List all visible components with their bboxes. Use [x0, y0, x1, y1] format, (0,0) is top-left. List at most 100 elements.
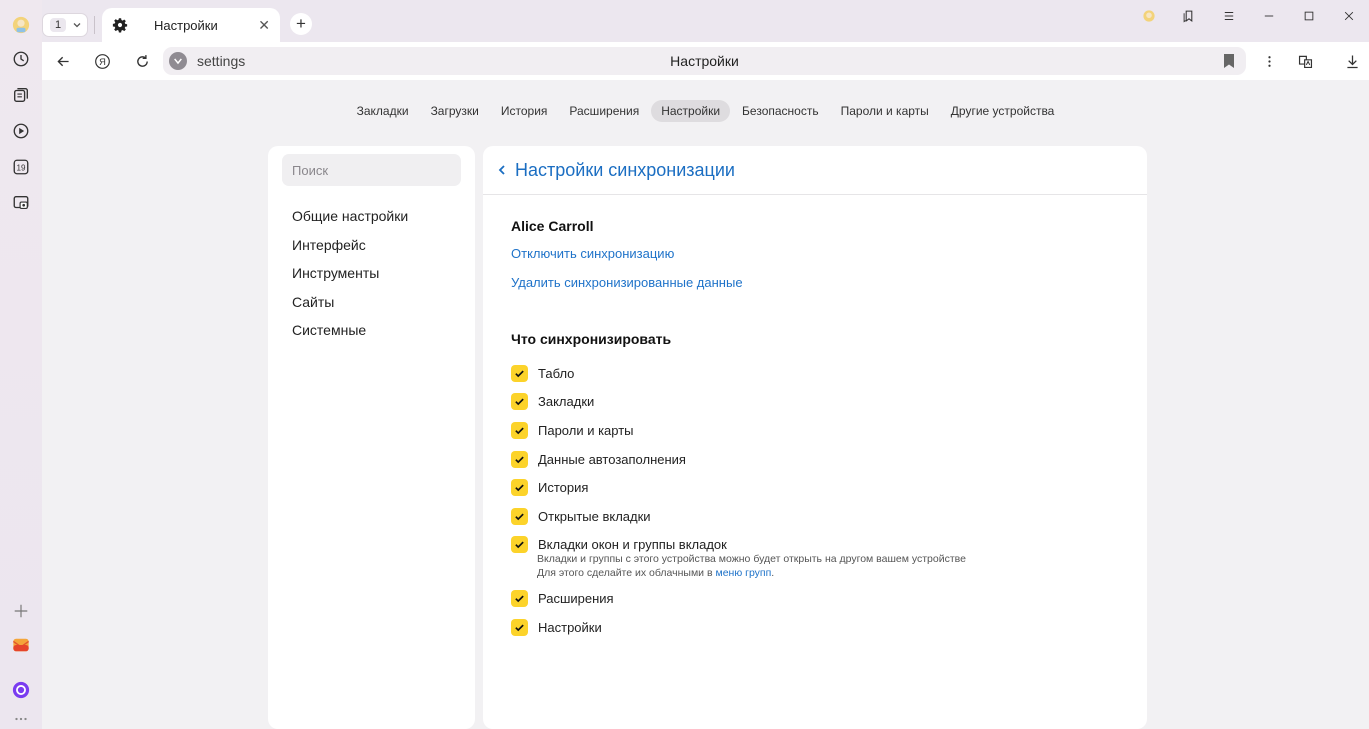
back-button[interactable]	[52, 50, 74, 72]
vertical-sidebar: 19	[0, 0, 42, 729]
disable-sync-link[interactable]: Отключить синхронизацию	[511, 246, 1127, 275]
kebab-icon	[1267, 55, 1271, 67]
video-icon[interactable]	[10, 120, 32, 142]
tab-count: 1	[50, 18, 67, 32]
hint-suffix: .	[771, 567, 775, 580]
alice-icon[interactable]	[10, 679, 32, 701]
tab-separator	[94, 16, 95, 34]
check-icon	[515, 624, 524, 631]
collections-icon[interactable]	[10, 84, 32, 106]
tab-settings[interactable]: Настройки ✕	[102, 8, 280, 42]
tab-close-button[interactable]: ✕	[258, 17, 270, 34]
yandex-logo-icon: Я	[94, 53, 110, 69]
tab-groups-hint: Вкладки и группы с этого устройства можн…	[537, 552, 1127, 580]
sidebar-item-sites[interactable]: Сайты	[292, 292, 408, 321]
option-autofill[interactable]: Данные автозаполнения	[511, 445, 1127, 474]
title-bar: 1 Настройки ✕ +	[42, 0, 1369, 42]
site-info-icon[interactable]	[169, 52, 187, 70]
option-settings[interactable]: Настройки	[511, 613, 1127, 642]
check-icon	[515, 456, 524, 463]
arrow-left-icon	[56, 56, 69, 66]
avatar-icon	[1143, 10, 1155, 22]
topnav-settings[interactable]: Настройки	[651, 100, 731, 122]
group-menu-link[interactable]: меню групп	[715, 567, 771, 579]
settings-menu: Общие настройки Интерфейс Инструменты Са…	[292, 206, 408, 349]
yandex-home-button[interactable]: Я	[91, 50, 113, 72]
checkbox[interactable]	[511, 450, 528, 468]
option-label: Данные автозаполнения	[538, 451, 686, 467]
close-icon	[1344, 11, 1354, 21]
option-label: Открытые вкладки	[538, 508, 651, 524]
topnav-downloads[interactable]: Загрузки	[421, 100, 489, 122]
option-label: Пароли и карты	[538, 422, 634, 438]
profile-avatar-button[interactable]	[1129, 0, 1169, 32]
window-controls	[1129, 0, 1369, 32]
search-input[interactable]	[282, 154, 461, 186]
panel-header[interactable]: Настройки синхронизации	[483, 146, 1147, 195]
hint-prefix: Для этого сделайте их облачными в	[537, 567, 716, 580]
checkbox[interactable]	[511, 618, 528, 636]
calendar-day: 19	[17, 164, 26, 173]
more-icon[interactable]	[10, 708, 32, 729]
sidebar-item-general[interactable]: Общие настройки	[292, 206, 408, 235]
address-bar[interactable]: settings Настройки	[163, 47, 1246, 75]
close-window-button[interactable]	[1329, 0, 1369, 32]
checkbox[interactable]	[511, 421, 528, 439]
gear-icon	[112, 18, 128, 33]
option-extensions[interactable]: Расширения	[511, 584, 1127, 613]
bookmarks-icon	[1183, 10, 1193, 23]
url-text[interactable]: settings	[197, 53, 245, 69]
avatar-icon[interactable]	[10, 14, 32, 36]
sync-body: Alice Carroll Отключить синхронизацию Уд…	[511, 218, 1127, 641]
bookmark-icon[interactable]	[1222, 53, 1236, 69]
option-bookmarks[interactable]: Закладки	[511, 388, 1127, 417]
translate-button[interactable]	[1294, 50, 1316, 72]
sidebar-item-interface[interactable]: Интерфейс	[292, 235, 408, 264]
checkbox[interactable]	[511, 507, 528, 525]
page-menu-button[interactable]	[1258, 50, 1280, 72]
topnav-extensions[interactable]: Расширения	[559, 100, 649, 122]
topnav-security[interactable]: Безопасность	[732, 100, 829, 122]
checkbox[interactable]	[511, 364, 528, 382]
option-passwords[interactable]: Пароли и карты	[511, 416, 1127, 445]
section-title: Что синхронизировать	[511, 331, 672, 347]
svg-text:Я: Я	[99, 56, 106, 66]
topnav-other-devices[interactable]: Другие устройства	[941, 100, 1065, 122]
add-icon[interactable]	[10, 600, 32, 622]
checkbox[interactable]	[511, 589, 528, 607]
mail-icon[interactable]	[10, 634, 32, 656]
chevron-down-icon	[73, 23, 81, 28]
option-tableau[interactable]: Табло	[511, 359, 1127, 388]
hint-line-2: Для этого сделайте их облачными в меню г…	[537, 566, 1127, 580]
omnibox-page-title: Настройки	[670, 53, 739, 69]
history-icon[interactable]	[10, 48, 32, 70]
checkbox[interactable]	[511, 536, 528, 554]
topnav-history[interactable]: История	[491, 100, 558, 122]
check-icon	[515, 370, 524, 378]
chevron-left-icon[interactable]	[495, 163, 509, 177]
tab-counter-button[interactable]: 1	[42, 13, 88, 37]
topnav-bookmarks[interactable]: Закладки	[347, 100, 419, 122]
tab-title: Настройки	[154, 17, 218, 33]
new-tab-button[interactable]: +	[290, 13, 312, 35]
minimize-button[interactable]	[1249, 0, 1289, 32]
sidebar-item-tools[interactable]: Инструменты	[292, 263, 408, 292]
settings-sidebar: Общие настройки Интерфейс Инструменты Са…	[268, 146, 475, 729]
checkbox[interactable]	[511, 479, 528, 497]
minimize-icon	[1264, 15, 1274, 17]
option-open-tabs[interactable]: Открытые вкладки	[511, 502, 1127, 531]
reload-button[interactable]	[131, 50, 153, 72]
sidebar-item-system[interactable]: Системные	[292, 320, 408, 349]
translate-icon	[1298, 55, 1312, 68]
bookmarks-panel-button[interactable]	[1169, 0, 1209, 32]
calendar-icon[interactable]: 19	[10, 156, 32, 178]
check-icon	[515, 541, 524, 549]
option-history[interactable]: История	[511, 473, 1127, 502]
maximize-button[interactable]	[1289, 0, 1329, 32]
checkbox[interactable]	[511, 393, 528, 411]
downloads-button[interactable]	[1341, 50, 1363, 72]
screenshot-icon[interactable]	[10, 192, 32, 214]
menu-button[interactable]	[1209, 0, 1249, 32]
topnav-passwords[interactable]: Пароли и карты	[831, 100, 939, 122]
delete-synced-data-link[interactable]: Удалить синхронизированные данные	[511, 275, 1127, 304]
